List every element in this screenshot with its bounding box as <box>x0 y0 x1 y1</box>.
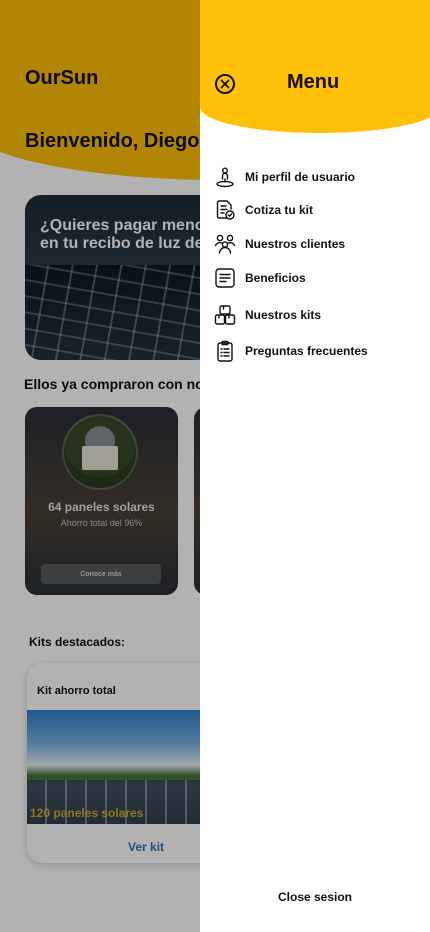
user-pin-icon <box>214 166 236 188</box>
menu-item-label: Nuestros clientes <box>245 237 346 251</box>
menu-item-benefits[interactable]: Beneficios <box>214 266 306 290</box>
clipboard-icon <box>214 340 236 362</box>
menu-item-clients[interactable]: Nuestros clientes <box>214 232 345 256</box>
menu-item-label: Cotiza tu kit <box>245 203 313 217</box>
menu-item-label: Mi perfil de usuario <box>245 170 356 184</box>
users-icon <box>214 233 236 255</box>
menu-item-faq[interactable]: Preguntas frecuentes <box>214 339 368 363</box>
boxes-icon <box>214 304 236 326</box>
close-circle-icon[interactable] <box>215 74 235 94</box>
quote-document-icon <box>214 199 236 221</box>
menu-item-quote[interactable]: Cotiza tu kit <box>214 198 313 222</box>
menu-item-label: Preguntas frecuentes <box>245 344 368 358</box>
side-menu-drawer: Menu Mi perfil de usuario Cotiza tu kit … <box>200 0 430 932</box>
drawer-header <box>200 0 430 133</box>
drawer-title: Menu <box>287 71 340 93</box>
list-icon <box>214 267 236 289</box>
menu-item-label: Nuestros kits <box>245 308 322 322</box>
menu-item-profile[interactable]: Mi perfil de usuario <box>214 165 355 189</box>
logout-button[interactable]: Close sesion <box>200 890 430 904</box>
menu-item-label: Beneficios <box>245 271 306 285</box>
menu-item-kits[interactable]: Nuestros kits <box>214 303 321 327</box>
